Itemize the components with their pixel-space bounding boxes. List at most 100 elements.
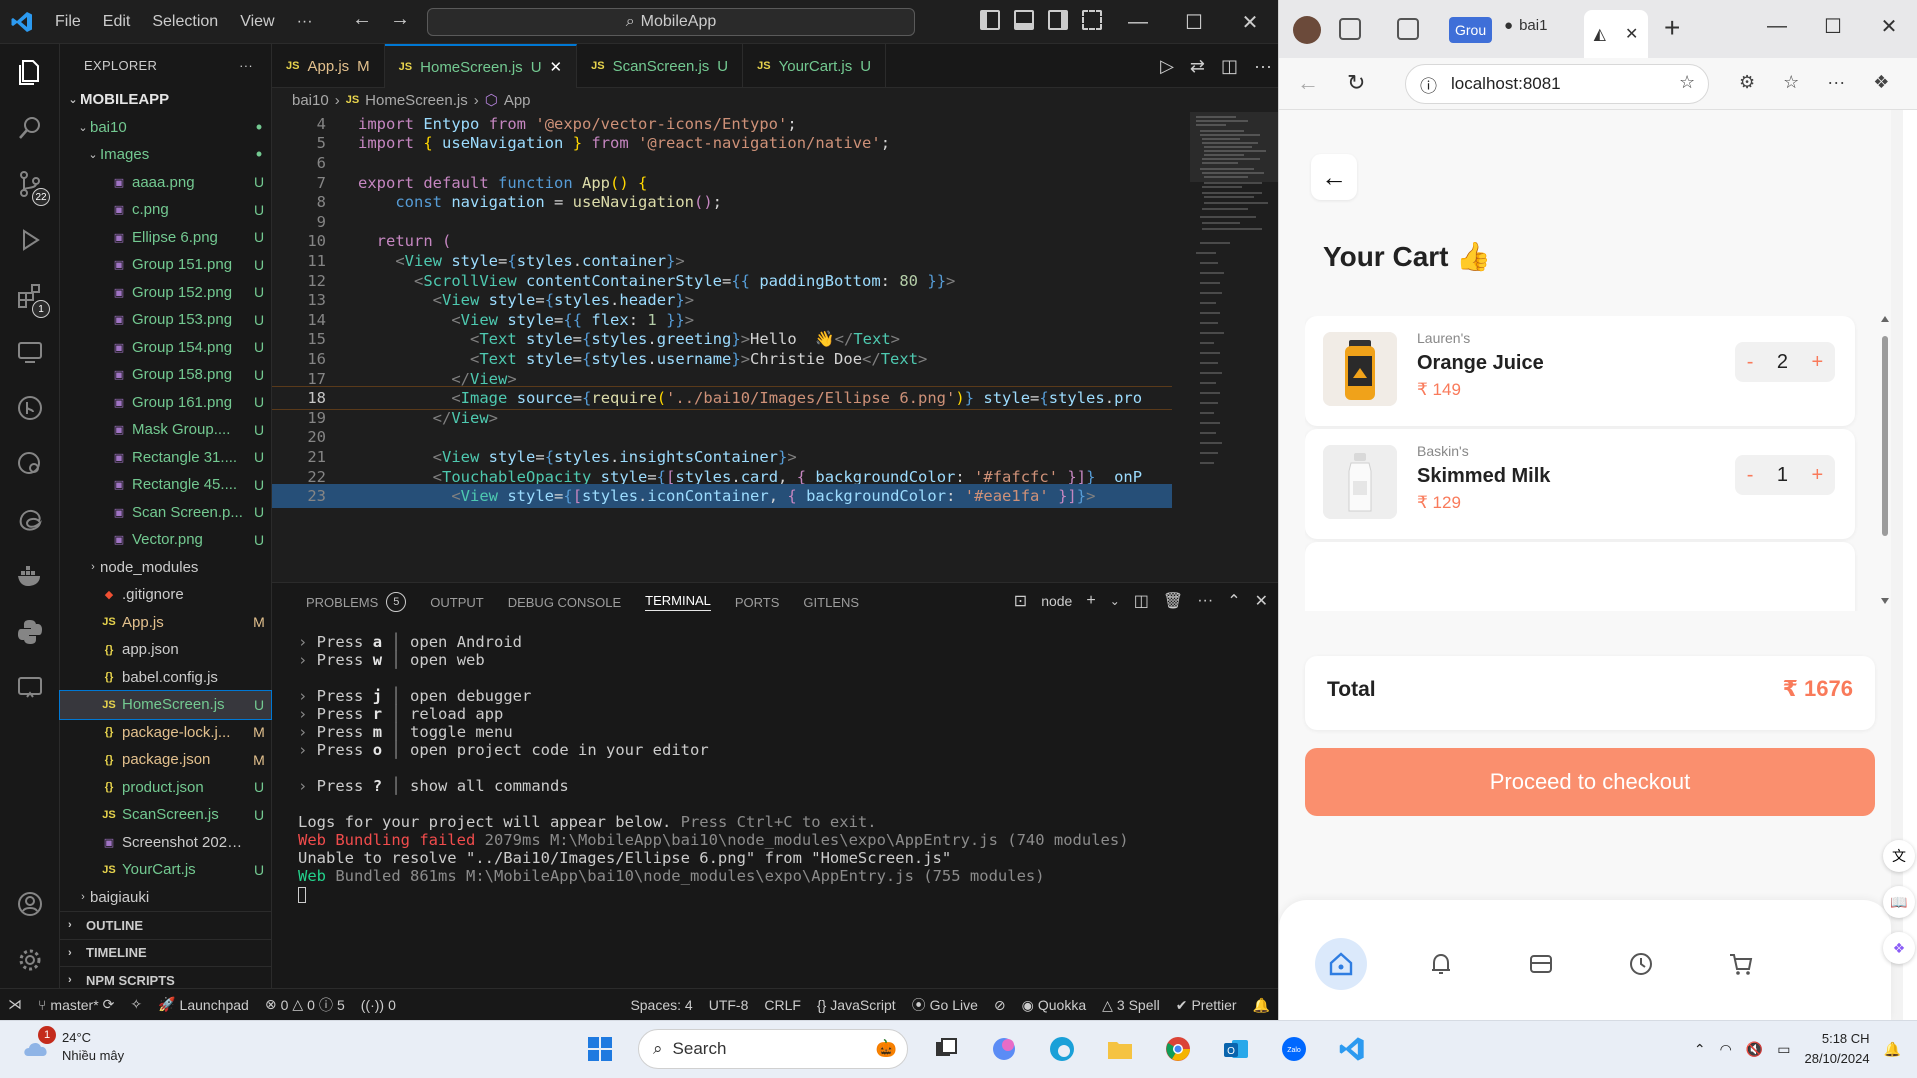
tab-actions-icon[interactable] <box>1397 18 1419 40</box>
encoding-status[interactable]: UTF-8 <box>701 997 757 1013</box>
search-icon[interactable] <box>0 100 60 156</box>
cart-item[interactable]: Lauren's Orange Juice ₹ 149 -2 + <box>1305 316 1855 426</box>
prettier-status[interactable]: ✔ Prettier <box>1168 997 1245 1014</box>
maximize-panel-icon[interactable]: ⌃ <box>1227 591 1240 611</box>
tab-github[interactable]: ● bai1 <box>1504 17 1547 34</box>
nav-bell-icon[interactable] <box>1415 938 1467 990</box>
eol-status[interactable]: CRLF <box>756 997 809 1013</box>
tree-file[interactable]: JS App.js M <box>60 609 271 637</box>
cart-item-partial[interactable] <box>1305 542 1855 611</box>
tree-file[interactable]: ▣ Vector.png U <box>60 526 271 554</box>
copilot-icon[interactable]: ⊘ <box>986 997 1014 1014</box>
tab-active-app[interactable]: ◭ ✕ <box>1584 10 1648 58</box>
cart-scrollbar[interactable] <box>1879 314 1891 614</box>
run-debug-icon[interactable] <box>0 212 60 268</box>
remote-explorer-icon[interactable] <box>0 324 60 380</box>
tree-file[interactable]: ▣ Rectangle 45.... U <box>60 471 271 499</box>
tree-file[interactable]: JS HomeScreen.js U <box>59 690 272 720</box>
docker-icon[interactable] <box>0 548 60 604</box>
nav-home-icon[interactable] <box>1315 938 1367 990</box>
close-tab-icon[interactable]: ✕ <box>550 58 563 76</box>
panel-tab[interactable]: TERMINAL <box>633 583 723 621</box>
battery-icon[interactable]: ▭ <box>1777 1041 1790 1058</box>
gitlens-inspect-icon[interactable] <box>0 436 60 492</box>
notifications-bell-icon[interactable]: 🔔 <box>1884 1041 1901 1058</box>
tree-file[interactable]: ▣ Group 161.png U <box>60 389 271 417</box>
menu-item[interactable]: View <box>229 13 285 31</box>
quokka-status[interactable]: ◉ Quokka <box>1014 997 1094 1014</box>
close-tab-icon[interactable]: ✕ <box>1625 24 1638 44</box>
language-status[interactable]: {} JavaScript <box>809 997 904 1013</box>
reader-icon[interactable]: 📖 <box>1883 886 1915 918</box>
section-outline[interactable]: › OUTLINE <box>60 911 271 939</box>
panel-tab[interactable]: PORTS <box>723 583 792 621</box>
close-icon[interactable]: ✕ <box>1222 0 1278 44</box>
tree-file[interactable]: {} app.json <box>60 636 271 664</box>
code-editor[interactable]: 4 import Entypo from '@expo/vector-icons/… <box>272 112 1278 582</box>
extensions-puzzle-icon[interactable]: ⚙ <box>1739 72 1755 93</box>
settings-gear-icon[interactable] <box>0 932 60 988</box>
favorite-star-icon[interactable]: ☆ <box>1679 72 1695 93</box>
tree-file[interactable]: JS YourCart.js U <box>60 856 271 884</box>
chevron-up-icon[interactable]: ⌃ <box>1694 1041 1706 1058</box>
back-arrow-icon[interactable]: ← <box>1297 70 1319 96</box>
breadcrumb-file[interactable]: HomeScreen.js <box>365 92 468 109</box>
more-actions-icon[interactable]: ··· <box>1197 592 1213 610</box>
nav-history-icon[interactable] <box>1615 938 1667 990</box>
menu-item[interactable]: ··· <box>286 13 324 31</box>
tree-file[interactable]: {} babel.config.js <box>60 664 271 692</box>
cart-list[interactable]: Lauren's Orange Juice ₹ 149-2 + Baskin's Skim… <box>1305 316 1865 611</box>
panel-tab[interactable]: DEBUG CONSOLE <box>496 583 633 621</box>
back-button[interactable]: ← <box>1311 154 1357 200</box>
trash-icon[interactable]: 🗑 <box>1163 591 1183 611</box>
workspaces-icon[interactable] <box>1339 18 1361 40</box>
tree-file[interactable]: {} package-lock.j... M <box>60 719 271 747</box>
tree-folder[interactable]: ⌄ Images • <box>60 141 271 169</box>
checkout-button[interactable]: Proceed to checkout <box>1305 748 1875 816</box>
decrease-button[interactable]: - <box>1747 351 1754 374</box>
panel-tab[interactable]: OUTPUT <box>418 583 495 621</box>
terminal-output[interactable]: › Press a │ open Android › Press w │ open… <box>298 633 1129 903</box>
python-icon[interactable] <box>0 604 60 660</box>
address-bar[interactable]: ⓘ localhost:8081 <box>1405 64 1709 104</box>
tree-file[interactable]: {} product.json U <box>60 774 271 802</box>
vscode-taskbar-icon[interactable] <box>1332 1029 1372 1069</box>
back-arrow-icon[interactable]: ← <box>352 8 372 31</box>
copilot-icon[interactable] <box>984 1029 1024 1069</box>
minimap[interactable] <box>1190 112 1278 582</box>
profile-avatar[interactable] <box>1293 16 1321 44</box>
notifications-bell-icon[interactable]: 🔔 <box>1245 997 1278 1014</box>
panel-tab[interactable]: PROBLEMS 5 <box>294 583 418 621</box>
editor-tab[interactable]: JS App.js M <box>272 44 385 88</box>
clock[interactable]: 5:18 CH 28/10/2024 <box>1804 1029 1869 1069</box>
nav-orders-icon[interactable] <box>1515 938 1567 990</box>
accounts-icon[interactable] <box>0 876 60 932</box>
more-actions-icon[interactable]: ··· <box>1254 56 1272 77</box>
volume-muted-icon[interactable]: 🔇 <box>1746 1041 1763 1058</box>
toggle-panel-icon[interactable] <box>1014 10 1034 30</box>
tree-folder[interactable]: › baigiauki <box>60 884 271 912</box>
split-terminal-icon[interactable]: ◫ <box>1134 591 1149 611</box>
reload-icon[interactable]: ↻ <box>1347 70 1365 96</box>
tree-file[interactable]: ▣ Group 151.png U <box>60 251 271 279</box>
task-view-icon[interactable] <box>926 1029 966 1069</box>
tree-file[interactable]: ◆ .gitignore <box>60 581 271 609</box>
customize-layout-icon[interactable] <box>1082 10 1102 30</box>
new-terminal-icon[interactable]: + <box>1086 592 1095 610</box>
extensions-icon[interactable]: 1 <box>0 268 60 324</box>
copilot-icon[interactable]: ❖ <box>1883 932 1915 964</box>
minimize-icon[interactable]: — <box>1749 0 1805 52</box>
tree-file[interactable]: ▣ Group 152.png U <box>60 279 271 307</box>
copilot-icon[interactable]: ❖ <box>1873 72 1889 93</box>
tree-file[interactable]: {} package.json M <box>60 746 271 774</box>
tree-folder[interactable]: ⌄ bai10 • <box>60 114 271 142</box>
panel-tab[interactable]: GITLENS <box>791 583 871 621</box>
translate-icon[interactable]: 文 <box>1883 840 1915 872</box>
tree-file[interactable]: ▣ Ellipse 6.png U <box>60 224 271 252</box>
tree-file[interactable]: ▣ Scan Screen.p... U <box>60 499 271 527</box>
command-center-search[interactable]: ⌕ MobileApp <box>427 8 915 36</box>
more-menu-icon[interactable]: ··· <box>1827 72 1845 93</box>
outlook-icon[interactable]: O <box>1216 1029 1256 1069</box>
tree-file[interactable]: ▣ Group 154.png U <box>60 334 271 362</box>
menu-item[interactable]: Selection <box>141 13 229 31</box>
